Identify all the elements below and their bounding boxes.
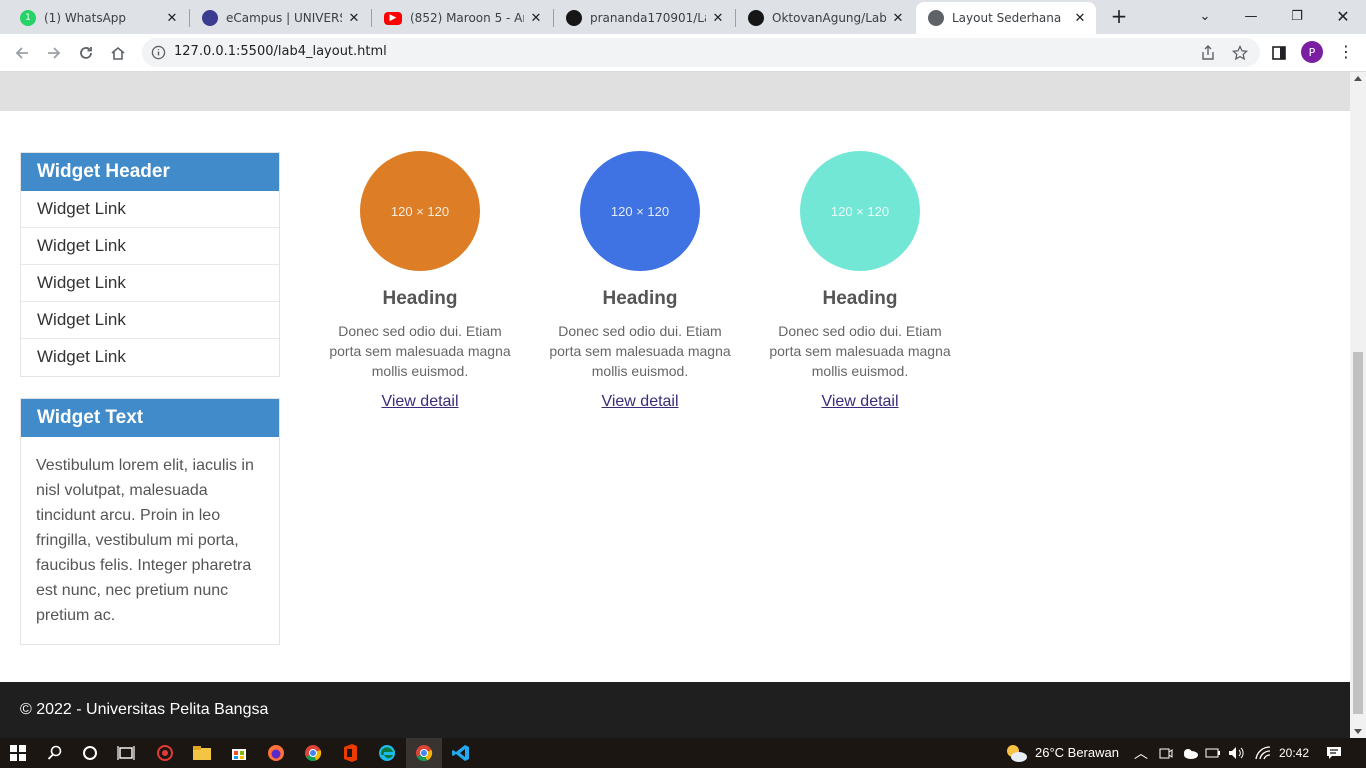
restore-button[interactable]: ❐	[1274, 0, 1320, 32]
view-detail-link[interactable]: View detail	[821, 393, 898, 411]
feature-card: 120 × 120 Heading Donec sed odio dui. Et…	[540, 151, 740, 411]
placeholder-image: 120 × 120	[800, 151, 920, 271]
close-tab-icon[interactable]: ✕	[528, 11, 544, 26]
cortana-icon[interactable]	[78, 741, 102, 765]
widget-link[interactable]: Widget Link	[21, 191, 279, 228]
task-view-icon[interactable]	[114, 741, 138, 765]
app-red-icon[interactable]	[153, 741, 177, 765]
forward-icon[interactable]	[42, 41, 66, 65]
tab-youtube[interactable]: ▶ (852) Maroon 5 - Anim ✕	[372, 2, 552, 34]
back-icon[interactable]	[10, 41, 34, 65]
close-tab-icon[interactable]: ✕	[1072, 11, 1088, 26]
page-header-band	[0, 72, 1350, 111]
home-icon[interactable]	[106, 41, 130, 65]
scroll-up-icon[interactable]	[1354, 76, 1362, 81]
whatsapp-icon: 1	[20, 10, 36, 26]
chrome-icon[interactable]	[301, 741, 325, 765]
new-tab-button[interactable]: +	[1108, 6, 1130, 28]
view-detail-link[interactable]: View detail	[381, 393, 458, 411]
notification-icon[interactable]	[1322, 741, 1346, 765]
tab-search-icon[interactable]: ⌄	[1182, 0, 1228, 32]
minimize-button[interactable]: —	[1228, 0, 1274, 32]
ecampus-icon	[202, 10, 218, 26]
volume-icon[interactable]	[1228, 741, 1246, 765]
widget-header: Widget Header	[21, 153, 279, 191]
feature-card: 120 × 120 Heading Donec sed odio dui. Et…	[320, 151, 520, 411]
clock-time[interactable]: 20:42	[1279, 746, 1309, 760]
menu-kebab-icon[interactable]: ⋮	[1338, 42, 1354, 61]
search-icon[interactable]	[43, 741, 67, 765]
chrome-active-icon[interactable]	[406, 738, 442, 768]
tab-layout-sederhana[interactable]: Layout Sederhana ✕	[916, 2, 1096, 34]
tab-title: (852) Maroon 5 - Anim	[410, 11, 524, 25]
address-bar[interactable]: 127.0.0.1:5500/lab4_layout.html	[142, 38, 1260, 67]
bookmark-star-icon[interactable]	[1232, 45, 1248, 61]
widget-text: Widget Text Vestibulum lorem elit, iacul…	[20, 398, 280, 645]
onedrive-icon[interactable]	[1181, 741, 1199, 765]
file-explorer-icon[interactable]	[190, 741, 214, 765]
feature-card: 120 × 120 Heading Donec sed odio dui. Et…	[760, 151, 960, 411]
tray-chevron-icon[interactable]: ︿	[1134, 743, 1148, 763]
card-text: Donec sed odio dui. Etiam porta sem male…	[769, 323, 951, 379]
youtube-icon: ▶	[384, 11, 402, 25]
store-icon[interactable]	[227, 741, 251, 765]
tab-title: OktovanAgung/Lab4V	[772, 11, 886, 25]
placeholder-image: 120 × 120	[580, 151, 700, 271]
globe-icon	[928, 10, 944, 26]
weather-text[interactable]: 26°C Berawan	[1035, 745, 1119, 760]
widget-link[interactable]: Widget Link	[21, 228, 279, 265]
tab-title: prananda170901/Lab4	[590, 11, 706, 25]
tab-title: eCampus | UNIVERSITA	[226, 11, 342, 25]
url-text[interactable]: 127.0.0.1:5500/lab4_layout.html	[174, 44, 387, 59]
office-icon[interactable]	[338, 741, 362, 765]
profile-avatar[interactable]: P	[1301, 41, 1323, 63]
card-text: Donec sed odio dui. Etiam porta sem male…	[329, 323, 511, 379]
widget-link[interactable]: Widget Link	[21, 302, 279, 339]
card-heading: Heading	[602, 288, 678, 309]
close-tab-icon[interactable]: ✕	[164, 11, 180, 26]
meet-now-icon[interactable]	[1158, 741, 1174, 765]
wifi-icon[interactable]	[1254, 741, 1272, 765]
view-detail-link[interactable]: View detail	[601, 393, 678, 411]
tab-title: (1) WhatsApp	[44, 11, 127, 25]
card-text: Donec sed odio dui. Etiam porta sem male…	[549, 323, 731, 379]
tab-ecampus[interactable]: eCampus | UNIVERSITA ✕	[190, 2, 370, 34]
close-tab-icon[interactable]: ✕	[346, 11, 362, 26]
close-tab-icon[interactable]: ✕	[710, 11, 726, 26]
tab-github-prananda[interactable]: prananda170901/Lab4 ✕	[554, 2, 734, 34]
page-footer: © 2022 - Universitas Pelita Bangsa	[0, 682, 1350, 738]
widget-text-header: Widget Text	[21, 399, 279, 437]
windows-taskbar: 26°C Berawan ︿ 20:42	[0, 738, 1366, 768]
tab-whatsapp[interactable]: 1 (1) WhatsApp ✕	[8, 2, 188, 34]
page-scrollbar[interactable]	[1350, 72, 1366, 738]
github-icon	[748, 10, 764, 26]
firefox-icon[interactable]	[264, 741, 288, 765]
close-window-button[interactable]: ✕	[1320, 0, 1366, 32]
side-panel-icon[interactable]	[1271, 45, 1287, 61]
widget-link[interactable]: Widget Link	[21, 339, 279, 376]
edge-icon[interactable]	[375, 741, 399, 765]
widget-link[interactable]: Widget Link	[21, 265, 279, 302]
scroll-down-icon[interactable]	[1354, 729, 1362, 734]
tab-strip: 1 (1) WhatsApp ✕ eCampus | UNIVERSITA ✕ …	[0, 0, 1366, 34]
browser-toolbar: 127.0.0.1:5500/lab4_layout.html P ⋮	[0, 34, 1366, 72]
scrollbar-thumb[interactable]	[1353, 352, 1363, 714]
share-icon[interactable]	[1200, 45, 1216, 61]
vscode-icon[interactable]	[449, 741, 473, 765]
windows-start-icon[interactable]	[6, 741, 30, 765]
battery-plug-icon[interactable]	[1205, 741, 1221, 765]
card-heading: Heading	[382, 288, 458, 309]
widget-links: Widget Header Widget Link Widget Link Wi…	[20, 152, 280, 377]
reload-icon[interactable]	[74, 41, 98, 65]
placeholder-image: 120 × 120	[360, 151, 480, 271]
widget-text-body: Vestibulum lorem elit, iaculis in nisl v…	[36, 457, 254, 624]
site-info-icon[interactable]	[151, 45, 166, 60]
page-viewport: Widget Header Widget Link Widget Link Wi…	[0, 72, 1350, 738]
weather-icon[interactable]	[1003, 741, 1029, 765]
card-heading: Heading	[822, 288, 898, 309]
github-icon	[566, 10, 582, 26]
tab-title: Layout Sederhana	[952, 11, 1062, 25]
tab-github-oktovan[interactable]: OktovanAgung/Lab4V ✕	[736, 2, 914, 34]
close-tab-icon[interactable]: ✕	[890, 11, 906, 26]
